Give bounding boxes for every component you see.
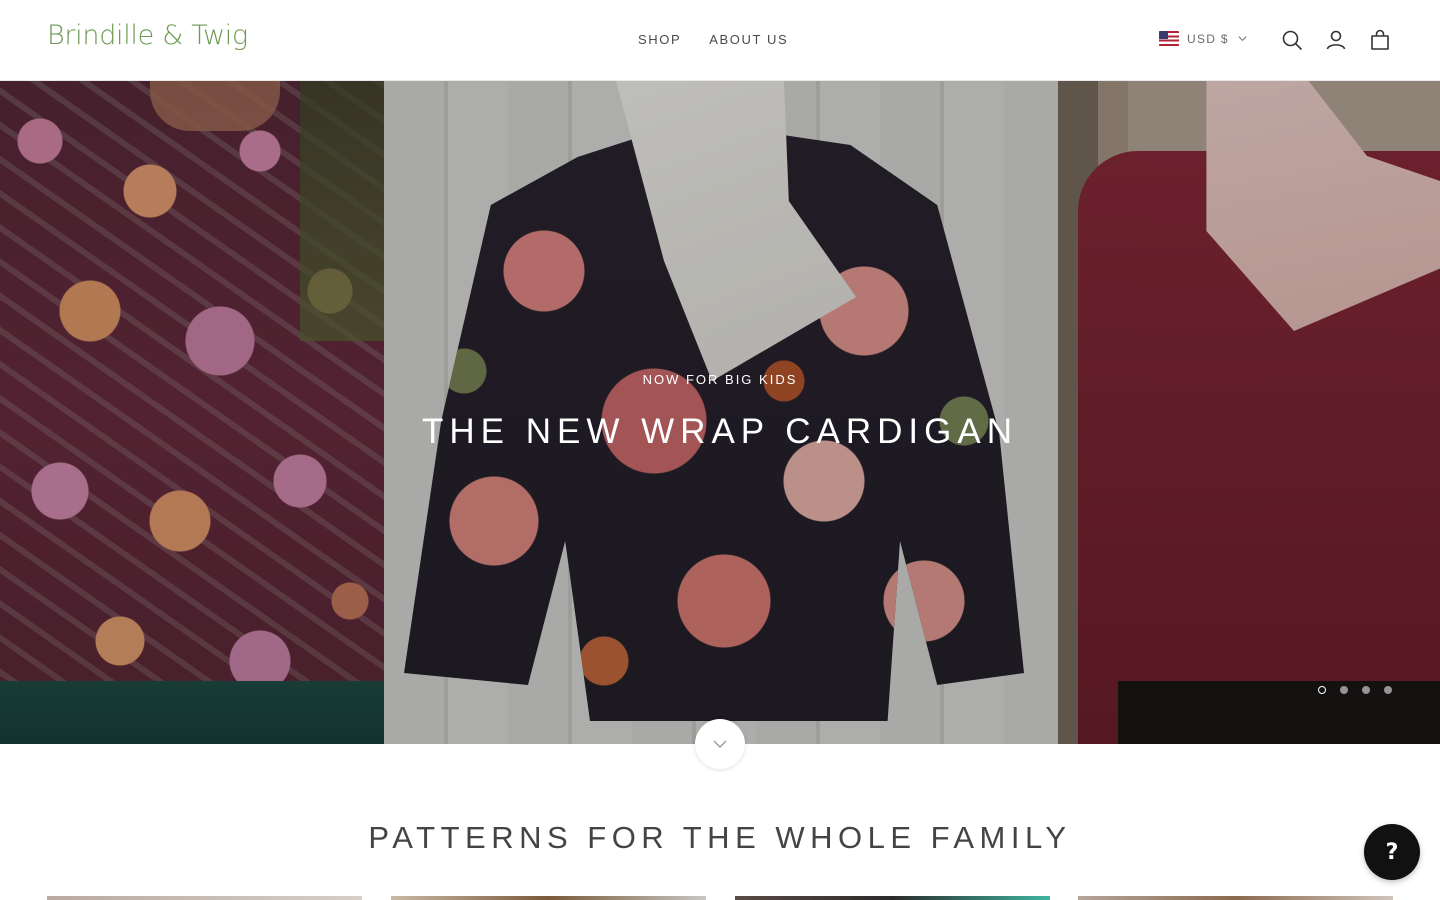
hero-eyebrow: NOW FOR BIG KIDS	[642, 372, 798, 387]
hero-slideshow[interactable]: NOW FOR BIG KIDS THE NEW WRAP CARDIGAN	[0, 81, 1440, 744]
site-header: Brindille & Twig SHOP ABOUT US USD $	[0, 0, 1440, 81]
help-icon: ?	[1385, 839, 1399, 865]
search-icon[interactable]	[1280, 28, 1304, 52]
nav-item-shop[interactable]: SHOP	[638, 32, 681, 47]
collection-card-2[interactable]	[391, 896, 706, 900]
main-nav: SHOP ABOUT US	[638, 32, 788, 47]
collection-grid-tops	[47, 896, 1393, 900]
slide-dot-4[interactable]	[1384, 686, 1392, 694]
slide-pagination	[1318, 686, 1392, 694]
currency-label: USD $	[1187, 31, 1229, 46]
slide-dot-1[interactable]	[1318, 686, 1326, 694]
chevron-down-icon	[1238, 36, 1247, 42]
help-button[interactable]: ?	[1364, 824, 1420, 880]
site-logo[interactable]: Brindille & Twig	[47, 20, 248, 51]
collection-card-4[interactable]	[1078, 896, 1393, 900]
cart-icon[interactable]	[1368, 28, 1392, 52]
collection-card-3[interactable]	[735, 896, 1050, 900]
chevron-down-icon	[713, 740, 727, 748]
slide-dot-2[interactable]	[1340, 686, 1348, 694]
currency-selector[interactable]: USD $	[1159, 31, 1248, 46]
collection-card-1[interactable]	[47, 896, 362, 900]
slide-dot-3[interactable]	[1362, 686, 1370, 694]
us-flag-icon	[1159, 31, 1179, 46]
scroll-down-button[interactable]	[695, 719, 745, 769]
account-icon[interactable]	[1324, 28, 1348, 52]
hero-title: THE NEW WRAP CARDIGAN	[422, 412, 1018, 451]
section-title: PATTERNS FOR THE WHOLE FAMILY	[368, 820, 1072, 855]
nav-item-about-us[interactable]: ABOUT US	[709, 32, 788, 47]
